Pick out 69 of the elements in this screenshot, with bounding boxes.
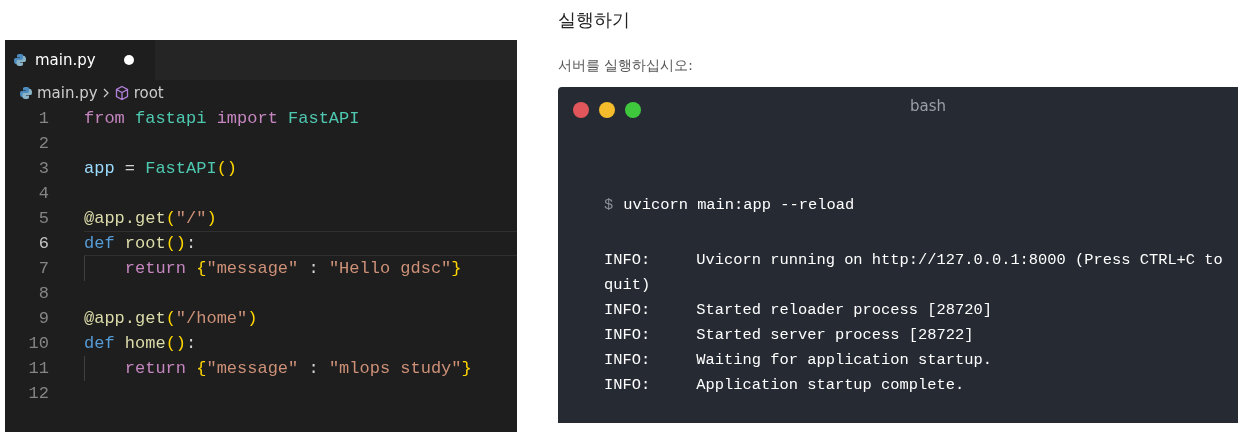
code-token: : xyxy=(307,257,320,280)
code-token: from xyxy=(84,107,125,130)
code-token: "message" xyxy=(206,357,299,380)
output-line: INFO: Waiting for application startup. xyxy=(604,350,993,372)
tab-label: main.py xyxy=(35,49,96,71)
breadcrumb-item[interactable]: root xyxy=(133,81,164,105)
line-number: 5 xyxy=(37,207,49,230)
code-token: : xyxy=(186,332,197,355)
code-token: { xyxy=(195,357,207,380)
code-token: FastAPI xyxy=(287,107,360,130)
code-token: ( xyxy=(165,307,176,330)
code-token: root xyxy=(123,232,166,255)
chevron-icon xyxy=(101,87,110,99)
window-control-icon[interactable] xyxy=(599,102,615,119)
output-line: INFO: Started reloader process [28720] xyxy=(604,300,993,322)
code-token: import xyxy=(215,107,278,130)
terminal-title: bash xyxy=(910,96,947,118)
code-token: @app.get xyxy=(84,207,166,230)
line-number: 3 xyxy=(37,157,49,180)
code-token: () xyxy=(165,332,187,355)
code-token: "/" xyxy=(175,207,207,230)
window-control-icon[interactable] xyxy=(625,102,641,119)
code-token: return xyxy=(123,257,187,280)
code-token: return xyxy=(123,357,187,380)
cube-icon xyxy=(113,85,130,101)
line-number: 12 xyxy=(27,382,49,405)
python-file-icon xyxy=(19,86,33,100)
line-number: 4 xyxy=(37,182,49,205)
code-token: def xyxy=(84,232,115,255)
command-text: uvicorn main:app --reload xyxy=(623,195,855,217)
line-number: 9 xyxy=(37,307,49,330)
code-token: ) xyxy=(206,207,217,230)
line-number: 2 xyxy=(37,132,49,155)
prompt: $ xyxy=(604,195,614,217)
line-number: 10 xyxy=(27,332,49,355)
breadcrumb-item[interactable]: main.py xyxy=(37,81,98,105)
code-token: FastAPI xyxy=(145,157,217,180)
code-token: : xyxy=(307,357,320,380)
line-number: 11 xyxy=(27,357,49,380)
code-token: () xyxy=(216,157,238,180)
code-token: } xyxy=(461,357,472,380)
code-token: home xyxy=(123,332,166,355)
code-token: = xyxy=(123,157,136,180)
code-token: : xyxy=(186,232,197,255)
code-token: { xyxy=(195,257,207,280)
code-token: } xyxy=(451,257,462,280)
output-line: INFO: Application startup complete. xyxy=(604,375,966,397)
code-token: fastapi xyxy=(134,107,207,130)
window-control-icon[interactable] xyxy=(573,102,589,119)
code-token: "mlops study" xyxy=(328,357,462,380)
code-token: @app.get xyxy=(84,307,166,330)
section-heading: 실행하기 xyxy=(558,8,631,32)
code-token: "message" xyxy=(206,257,299,280)
output-line: INFO: Started server process [28722] xyxy=(604,325,975,347)
code-token: "Hello gdsc" xyxy=(328,257,452,280)
output-line: INFO: Uvicorn running on http://127.0.0.1:8000 (Press CTRL+C to quit) xyxy=(604,250,1224,297)
line-number: 8 xyxy=(37,282,49,305)
instruction-text: 서버를 실행하십시오: xyxy=(558,56,694,75)
code-token: app xyxy=(84,157,115,180)
line-number: 7 xyxy=(37,257,49,280)
line-number: 1 xyxy=(37,107,49,130)
python-file-icon xyxy=(13,53,27,67)
code-token: ) xyxy=(247,307,258,330)
editor-tab[interactable]: main.py xyxy=(5,40,155,80)
line-number: 6 xyxy=(37,232,49,255)
code-token: "/home" xyxy=(175,307,248,330)
code-token: () xyxy=(165,232,187,255)
code-token: ( xyxy=(165,207,176,230)
code-token: def xyxy=(84,332,115,355)
